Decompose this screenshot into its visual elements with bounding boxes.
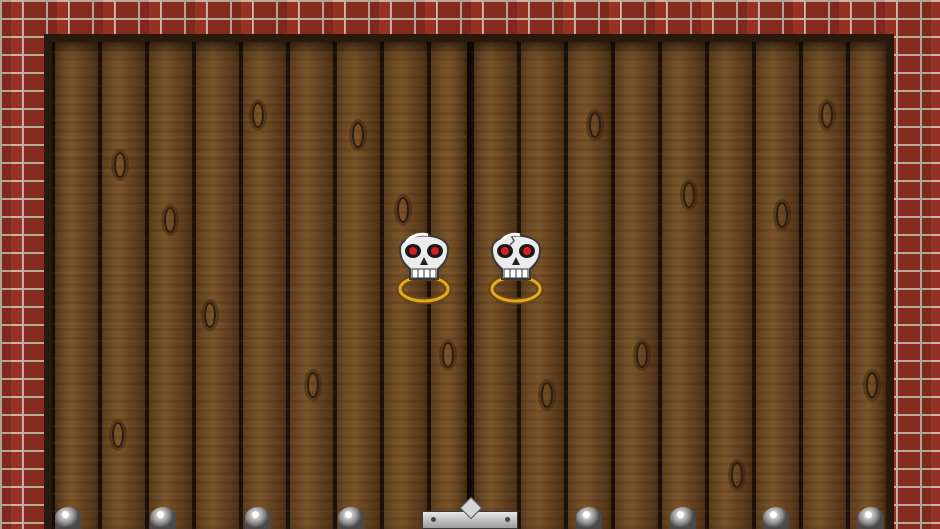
center-iron-plate	[422, 511, 518, 529]
wood-knot	[731, 462, 743, 488]
right-skull-knocker[interactable]	[484, 225, 548, 305]
skull-ring-icon	[488, 232, 544, 305]
iron-stud-icon	[670, 507, 696, 529]
rivet-icon	[505, 517, 510, 522]
rivet-icon	[431, 517, 436, 522]
iron-stud-icon	[763, 507, 789, 529]
wood-knot	[776, 202, 788, 228]
wood-knot	[821, 102, 833, 128]
wood-knot	[307, 372, 319, 398]
wood-knot	[252, 102, 264, 128]
skull-ring-icon	[396, 232, 452, 305]
wood-knot	[112, 422, 124, 448]
iron-stud-icon	[576, 507, 602, 529]
door-seam	[467, 42, 471, 529]
wood-knot	[866, 372, 878, 398]
iron-stud-icon	[55, 507, 81, 529]
iron-stud-icon	[245, 507, 271, 529]
wood-knot	[636, 342, 648, 368]
left-skull-knocker[interactable]	[392, 225, 456, 305]
wood-knot	[589, 112, 601, 138]
wood-knot	[683, 182, 695, 208]
wood-knot	[352, 122, 364, 148]
wood-knot	[204, 302, 216, 328]
wood-knot	[397, 197, 409, 223]
wood-knot	[114, 152, 126, 178]
gate-frame	[44, 34, 894, 529]
wood-knot	[442, 342, 454, 368]
iron-stud-icon	[150, 507, 176, 529]
wood-knot	[541, 382, 553, 408]
iron-stud-icon	[858, 507, 884, 529]
wood-knot	[164, 207, 176, 233]
iron-stud-icon	[338, 507, 364, 529]
